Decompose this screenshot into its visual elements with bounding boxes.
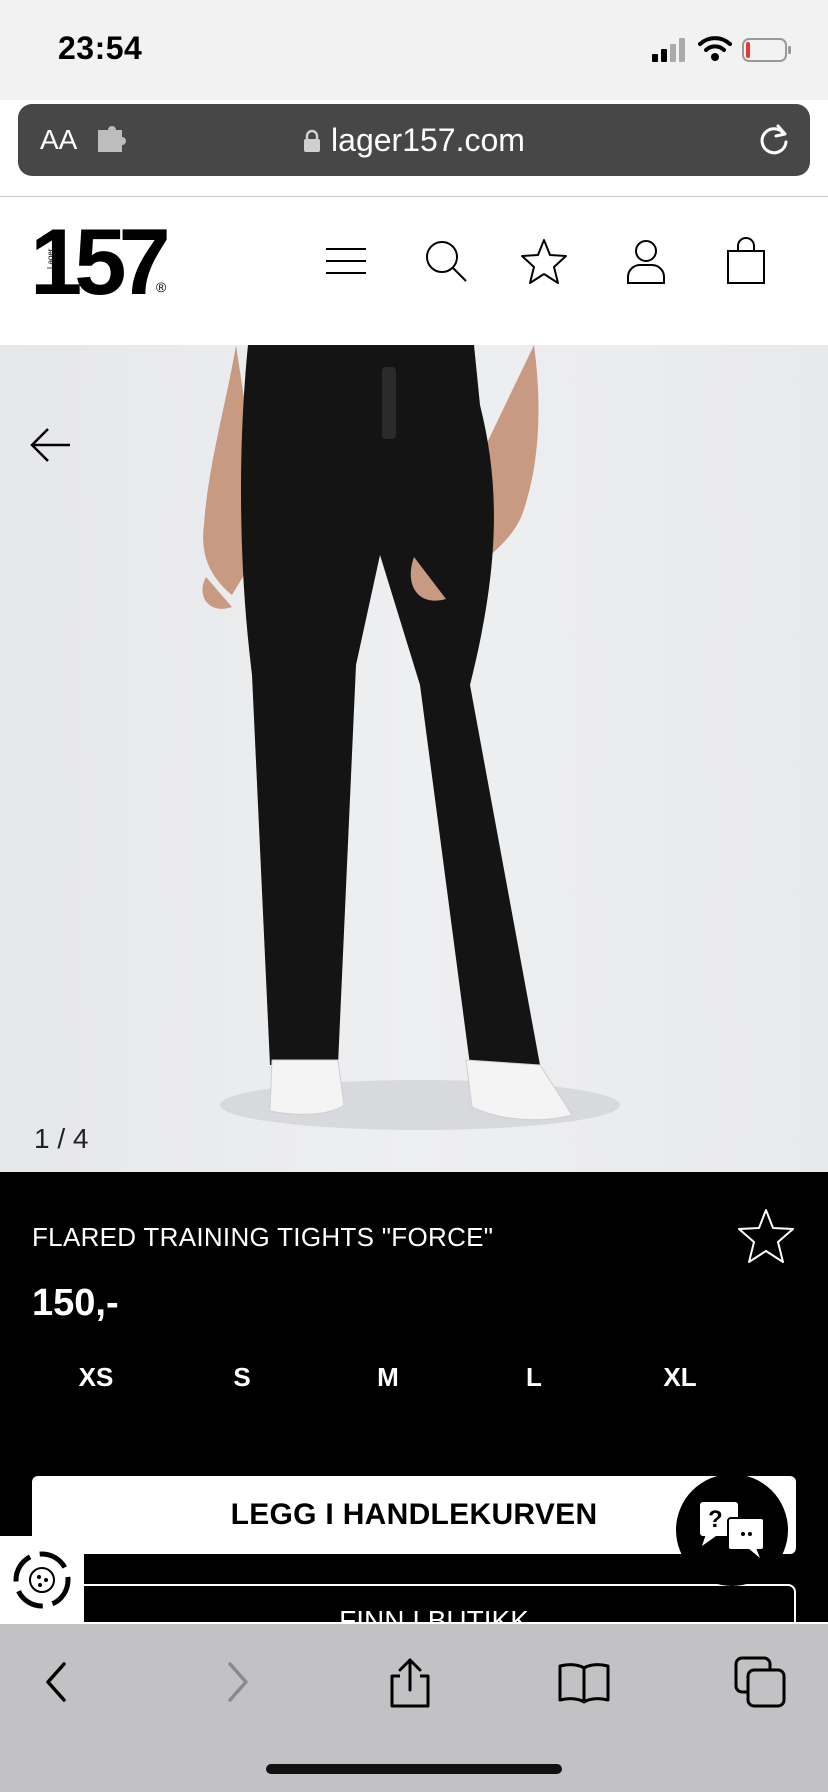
size-selector: XS S M L XL [32,1362,762,1402]
product-title: FLARED TRAINING TIGHTS "FORCE" [32,1222,494,1252]
product-price: 150,- [32,1282,119,1324]
gallery-back-arrow-icon[interactable] [28,425,72,465]
size-option-l[interactable]: L [494,1362,574,1393]
size-option-xs[interactable]: XS [56,1362,136,1393]
size-option-m[interactable]: M [348,1362,428,1393]
cellular-signal-icon [652,38,685,62]
site-header: 157 Lager ® [0,197,828,345]
product-photo [202,345,620,1130]
status-bar: 23:54 [0,0,828,100]
product-image-gallery[interactable]: 1 / 4 [0,345,828,1172]
menu-icon[interactable] [322,237,370,285]
size-option-xl[interactable]: XL [640,1362,720,1393]
share-icon[interactable] [382,1654,438,1710]
wifi-icon [698,36,732,61]
wishlist-star-icon[interactable] [520,237,568,285]
home-indicator [266,1764,562,1774]
battery-icon [742,38,791,62]
forward-icon[interactable] [208,1654,264,1710]
back-icon[interactable] [30,1654,86,1710]
reload-icon[interactable] [756,122,792,158]
search-icon[interactable] [422,237,470,285]
logo-registered-mark: ® [156,279,167,295]
cookie-settings-icon [13,1551,71,1609]
account-icon[interactable] [622,237,670,285]
lock-icon [304,129,321,152]
size-option-s[interactable]: S [202,1362,282,1393]
url-display[interactable]: lager157.com [18,122,810,159]
bookmarks-icon[interactable] [556,1654,612,1710]
chat-button[interactable]: ? [676,1474,788,1586]
status-time: 23:54 [58,30,143,66]
site-logo[interactable]: 157 Lager ® [30,215,180,309]
favorite-star-icon[interactable] [736,1206,796,1266]
tabs-icon[interactable] [732,1654,788,1710]
cookie-settings-button[interactable] [0,1536,84,1626]
image-counter: 1 / 4 [34,1123,89,1154]
url-text: lager157.com [331,122,525,158]
chat-question-mark: ? [708,1506,723,1533]
address-bar[interactable]: AA lager157.com [18,104,810,176]
logo-sub-text: Lager [46,248,55,269]
cart-bag-icon[interactable] [722,237,770,285]
